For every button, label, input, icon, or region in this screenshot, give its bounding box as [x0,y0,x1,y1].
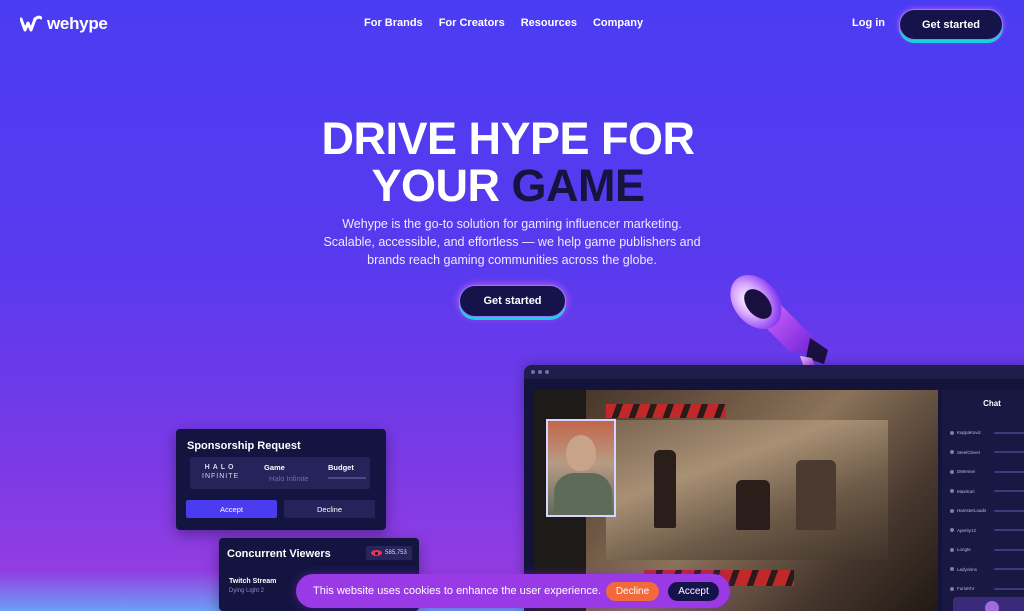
cookie-accept-button[interactable]: Accept [668,582,719,601]
stream-label: Twitch Stream [229,578,277,585]
game-value: Halo Infinite [269,474,309,483]
streamer-webcam [546,419,616,517]
cookie-banner: This website uses cookies to enhance the… [296,574,730,608]
game-scene [606,420,888,560]
video-red-banner-top [606,404,726,418]
chat-panel: Chat KappaKaviz SteelClever DMennei Maxi… [942,390,1024,611]
viewers-badge: 585,753 [366,546,412,560]
hero-title-line2-b: GAME [511,160,646,211]
hero-title-line1: DRIVE HYPE FOR [321,113,695,164]
nav-get-started-button[interactable]: Get started [899,9,1003,40]
chat-message: SteelClever [950,443,1024,463]
chat-message: Ladyvisns [950,560,1024,580]
app-topbar [524,365,1024,379]
logo[interactable]: wehype [20,14,108,34]
stream-game: Dying Light 2 [229,588,265,594]
nav-link-for-creators[interactable]: For Creators [439,17,505,29]
chat-list: KappaKaviz SteelClever DMennei MaxiKari … [950,423,1024,599]
nav-links: For Brands For Creators Resources Compan… [364,17,643,29]
nav-link-company[interactable]: Company [593,17,643,29]
sponsorship-title: Sponsorship Request [187,440,301,452]
hero-get-started-button[interactable]: Get started [459,285,566,317]
chat-message: DMennei [950,462,1024,482]
chat-title: Chat [983,399,1001,408]
wehype-logo-icon [20,15,42,32]
sponsorship-accept-button[interactable]: Accept [186,500,277,518]
cookie-text: This website uses cookies to enhance the… [313,585,601,597]
budget-label: Budget [328,463,354,472]
nav-link-for-brands[interactable]: For Brands [364,17,423,29]
eye-icon [371,550,383,556]
sponsorship-request-card: Sponsorship Request HALO INFINITE Game H… [176,429,386,530]
chat-message: HamsterLoads [950,501,1024,521]
hero-title: DRIVE HYPE FOR YOUR GAME [0,115,1016,209]
hero-subtitle: Wehype is the go-to solution for gaming … [323,217,701,267]
chat-message: MaxiKari [950,482,1024,502]
hero-title-line2-a: YOUR [371,160,512,211]
chat-user-avatar [953,597,1024,611]
login-link[interactable]: Log in [852,17,885,29]
budget-bar [328,477,366,479]
chat-message: KappaKaviz [950,423,1024,443]
cookie-decline-button[interactable]: Decline [606,582,659,601]
top-nav: wehype For Brands For Creators Resources… [0,0,1024,48]
chat-message: Aperity12 [950,521,1024,541]
chat-message: FurioKhr [950,579,1024,599]
sponsorship-decline-button[interactable]: Decline [284,500,375,518]
window-dots [531,370,549,374]
game-label: Game [264,463,285,472]
halo-infinite-logo: HALO INFINITE [202,464,240,480]
sponsorship-details: HALO INFINITE Game Halo Infinite Budget [190,457,370,489]
nav-link-resources[interactable]: Resources [521,17,577,29]
viewers-count: 585,753 [385,550,407,556]
viewers-title: Concurrent Viewers [227,548,331,560]
logo-text: wehype [47,14,108,33]
chat-message: Longte [950,540,1024,560]
